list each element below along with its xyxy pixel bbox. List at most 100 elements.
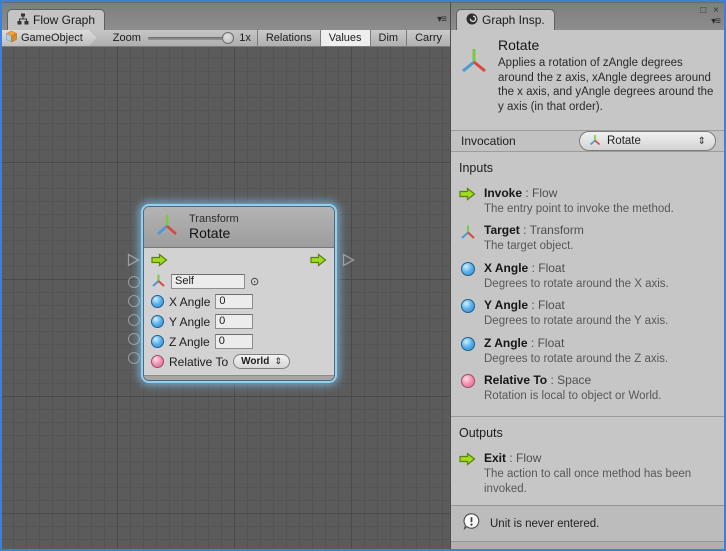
tab-flow-graph[interactable]: Flow Graph — [7, 9, 105, 30]
separator: : — [532, 261, 535, 275]
x-angle-row: X Angle 0 — [151, 293, 327, 310]
float-port-icon — [459, 299, 476, 328]
carry-button[interactable]: Carry — [406, 30, 450, 46]
flow-graph-icon — [17, 13, 29, 28]
tab-graph-inspector[interactable]: Graph Insp. — [456, 9, 555, 30]
maximize-icon[interactable]: □ — [700, 5, 706, 16]
input-item-target: Target : Transform The target object. — [459, 223, 716, 253]
y-angle-row: Y Angle 0 — [151, 313, 327, 330]
node-footer — [144, 375, 334, 380]
outputs-section: Outputs Exit : Flow The action to call o… — [451, 417, 724, 505]
unity-bolt-window: Flow Graph ▾≡ GameObject Zoom 1x Relatio… — [0, 0, 726, 551]
values-button[interactable]: Values — [320, 30, 370, 46]
relative-to-value: World — [241, 356, 269, 367]
separator: : — [525, 186, 528, 200]
x-angle-field[interactable]: 0 — [215, 294, 253, 309]
self-row: Self ⊙ — [151, 273, 327, 290]
target-transform-port-icon[interactable] — [151, 273, 166, 291]
external-self-port[interactable] — [128, 276, 140, 288]
inspector-tab-menu-icon[interactable]: ▾≡ — [711, 16, 720, 27]
port-name: Exit — [484, 451, 506, 465]
inspector-bottom-strip — [451, 542, 724, 551]
separator: : — [531, 298, 534, 312]
dim-button[interactable]: Dim — [370, 30, 407, 46]
input-item-relative-to: Relative To : Space Rotation is local to… — [459, 373, 716, 403]
graph-inspector-panel: Graph Insp. □ × ▾≡ Rotate Applies a rota… — [450, 2, 724, 549]
gameobject-cube-icon — [5, 30, 18, 46]
warning-bubble-icon — [462, 512, 481, 536]
port-name: Invoke — [484, 186, 522, 200]
invoke-flow-port-icon[interactable] — [151, 253, 168, 270]
relations-button[interactable]: Relations — [257, 30, 320, 46]
graph-canvas[interactable]: Transform Rotate — [2, 47, 450, 549]
z-angle-field[interactable]: 0 — [215, 334, 253, 349]
flow-arrow-icon — [459, 187, 476, 216]
zoom-slider[interactable] — [148, 30, 234, 46]
z-angle-row: Z Angle 0 — [151, 333, 327, 350]
port-type: Flow — [516, 451, 541, 465]
dropdown-arrows-icon: ⇕ — [274, 356, 282, 367]
rotate-node[interactable]: Transform Rotate — [143, 206, 335, 381]
input-item-invoke: Invoke : Flow The entry point to invoke … — [459, 186, 716, 216]
external-relative-port[interactable] — [128, 352, 140, 364]
port-name: Relative To — [484, 373, 547, 387]
flow-graph-tab-menu-icon[interactable]: ▾≡ — [437, 14, 446, 25]
zoom-label: Zoom — [113, 32, 141, 44]
separator: : — [523, 223, 526, 237]
z-angle-port-icon[interactable] — [151, 335, 164, 348]
breadcrumb-label: GameObject — [21, 32, 83, 44]
dropdown-arrows-icon: ⇕ — [698, 136, 706, 147]
port-type: Float — [538, 336, 565, 350]
external-y-angle-port[interactable] — [128, 314, 140, 326]
y-angle-field[interactable]: 0 — [215, 314, 253, 329]
port-name: Target — [484, 223, 520, 237]
port-description: Rotation is local to object or World. — [484, 389, 661, 403]
port-description: Degrees to rotate around the Z axis. — [484, 352, 668, 366]
transform-axes-icon — [589, 134, 601, 149]
breadcrumb-gameobject[interactable]: GameObject — [2, 30, 97, 46]
inspector-tabbar: Graph Insp. □ × ▾≡ — [451, 2, 724, 30]
relative-to-row: Relative To World ⇕ — [151, 353, 327, 370]
inputs-section: Inputs Invoke : Flow The entry point to … — [451, 152, 724, 417]
warning-message: Unit is never entered. — [490, 518, 599, 530]
tab-graph-inspector-label: Graph Insp. — [482, 13, 545, 27]
toolbar-toggle-buttons: Relations Values Dim Carry — [257, 30, 450, 46]
port-type: Float — [538, 298, 565, 312]
exit-flow-port-icon[interactable] — [310, 253, 327, 270]
separator: : — [509, 451, 512, 465]
x-angle-port-icon[interactable] — [151, 295, 164, 308]
port-type: Space — [557, 373, 591, 387]
external-flow-input-port[interactable] — [127, 253, 140, 266]
flow-graph-toolbar: GameObject Zoom 1x Relations Values Dim … — [2, 30, 450, 47]
unit-description-block: Rotate Applies a rotation of zAngle degr… — [451, 30, 724, 131]
y-angle-port-icon[interactable] — [151, 315, 164, 328]
zoom-slider-thumb[interactable] — [222, 32, 234, 44]
flow-arrow-icon — [459, 452, 476, 496]
port-type: Float — [538, 261, 565, 275]
outputs-heading: Outputs — [459, 426, 716, 440]
inputs-heading: Inputs — [459, 161, 716, 175]
relative-to-label: Relative To — [169, 355, 228, 369]
transform-axes-icon — [154, 212, 180, 243]
graph-inspector-icon — [466, 13, 478, 28]
zoom-value: 1x — [239, 32, 251, 44]
input-item-z-angle: Z Angle : Float Degrees to rotate around… — [459, 336, 716, 366]
flow-graph-panel: Flow Graph ▾≡ GameObject Zoom 1x Relatio… — [2, 2, 450, 549]
invocation-dropdown[interactable]: Rotate ⇕ — [579, 131, 716, 151]
port-description: The entry point to invoke the method. — [484, 202, 674, 216]
float-port-icon — [459, 262, 476, 291]
flow-graph-tabbar: Flow Graph ▾≡ — [2, 2, 450, 30]
rotate-node-header[interactable]: Transform Rotate — [144, 207, 334, 248]
external-z-angle-port[interactable] — [128, 333, 140, 345]
external-x-angle-port[interactable] — [128, 295, 140, 307]
external-flow-output-port[interactable] — [342, 253, 355, 266]
relative-to-dropdown[interactable]: World ⇕ — [233, 354, 290, 369]
input-item-y-angle: Y Angle : Float Degrees to rotate around… — [459, 298, 716, 328]
port-name: Y Angle — [484, 298, 528, 312]
port-type: Transform — [530, 223, 584, 237]
object-picker-icon[interactable]: ⊙ — [250, 275, 259, 288]
relative-to-port-icon[interactable] — [151, 355, 164, 368]
close-icon[interactable]: × — [713, 5, 719, 16]
self-field[interactable]: Self — [171, 274, 245, 289]
x-angle-label: X Angle — [169, 295, 210, 309]
